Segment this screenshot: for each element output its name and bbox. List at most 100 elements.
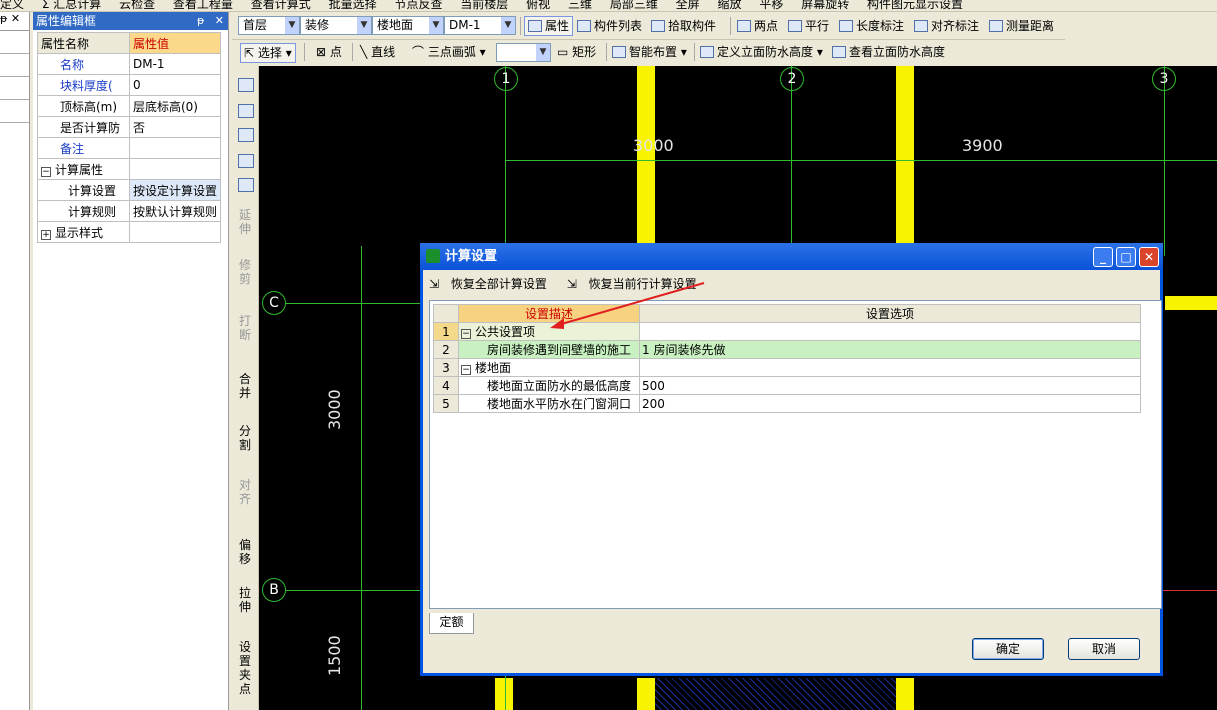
align-button[interactable]: 对齐 xyxy=(238,478,252,506)
property-group-row[interactable]: + 显示样式 xyxy=(37,221,222,243)
rotate-button[interactable]: 屏幕旋转 xyxy=(801,0,849,10)
tab-quota[interactable]: 定额 xyxy=(429,613,474,634)
minimize-button[interactable]: _ xyxy=(1093,247,1113,267)
draw-option-select[interactable]: ▼ xyxy=(496,43,551,62)
define-button[interactable]: 定义 xyxy=(0,0,24,10)
property-row[interactable]: 计算规则 按默认计算规则 xyxy=(37,200,222,222)
property-row[interactable]: 块料厚度( 0 xyxy=(37,74,222,96)
three-point-arc-button[interactable]: ⌒ 三点画弧 ▾ xyxy=(412,43,486,61)
move-icon[interactable] xyxy=(238,154,254,168)
property-name: 计算规则 xyxy=(37,200,130,222)
dimension-text: 3000 xyxy=(633,136,674,155)
nav-row[interactable] xyxy=(0,77,29,100)
offset-button[interactable]: 偏移 xyxy=(238,538,252,566)
property-value[interactable]: 0 xyxy=(128,74,222,96)
brush-icon[interactable] xyxy=(238,78,254,92)
property-value[interactable]: 按设定计算设置 xyxy=(128,179,222,201)
component-type-select[interactable]: 楼地面 ▼ xyxy=(372,16,444,35)
set-grip-point-button[interactable]: 设置夹点 xyxy=(238,640,252,696)
node-lookup-button[interactable]: 节点反查 xyxy=(394,0,442,10)
property-name: 计算设置 xyxy=(37,179,130,201)
dialog-title-bar[interactable]: 计算设置 _ □ ✕ xyxy=(420,243,1163,270)
point-button[interactable]: ⊠ 点 xyxy=(316,43,342,61)
stretch-button[interactable]: 拉伸 xyxy=(238,586,252,614)
navigation-panel: ᵽ ✕ xyxy=(0,12,30,710)
display-settings-button[interactable]: 构件图元显示设置 xyxy=(867,0,963,10)
nav-row[interactable] xyxy=(0,100,29,123)
top-view-button[interactable]: 俯视 xyxy=(526,0,550,10)
view-waterproof-height-button[interactable]: 查看立面防水高度 xyxy=(832,43,945,61)
smart-layout-button[interactable]: 智能布置 ▾ xyxy=(612,43,687,61)
attribute-button[interactable]: 属性 xyxy=(524,16,574,36)
view-quantity-button[interactable]: 查看工程量 xyxy=(173,0,233,10)
component-list-button[interactable]: 构件列表 xyxy=(577,17,642,35)
nav-row[interactable] xyxy=(0,31,29,54)
settings-row[interactable]: 5 楼地面水平防水在门窗洞口 200 xyxy=(433,394,1141,413)
nav-row[interactable] xyxy=(0,54,29,77)
current-floor-button[interactable]: 当前楼层 xyxy=(460,0,508,10)
cancel-button[interactable]: 取消 xyxy=(1068,638,1140,660)
property-group-row[interactable]: − 计算属性 xyxy=(37,158,222,180)
extend-button[interactable]: 延伸 xyxy=(238,208,252,236)
property-row[interactable]: 是否计算防 否 xyxy=(37,116,222,138)
property-value[interactable]: 否 xyxy=(128,116,222,138)
fullscreen-button[interactable]: 全屏 xyxy=(676,0,700,10)
expand-icon[interactable]: + xyxy=(41,229,51,240)
property-value[interactable]: 层底标高(0) xyxy=(128,95,222,117)
length-dimension-button[interactable]: 长度标注 xyxy=(839,17,904,35)
parallel-button[interactable]: 平行 xyxy=(788,17,829,35)
settings-row[interactable]: 4 楼地面立面防水的最低高度 500 xyxy=(433,376,1141,395)
restore-all-button[interactable]: ⇲ 恢复全部计算设置 xyxy=(429,277,555,291)
setting-option[interactable] xyxy=(639,322,1141,341)
cloud-check-button[interactable]: 云检查 xyxy=(119,0,155,10)
measure-distance-button[interactable]: 测量距离 xyxy=(989,17,1054,35)
property-row[interactable]: 顶标高(m) 层底标高(0) xyxy=(37,95,222,117)
close-icon[interactable]: ✕ xyxy=(215,14,224,27)
component-select[interactable]: DM-1 ▼ xyxy=(444,16,516,35)
3d-button[interactable]: 三维 xyxy=(568,0,592,10)
property-row[interactable]: 计算设置 按设定计算设置 xyxy=(37,179,222,201)
setting-option[interactable]: 500 xyxy=(639,376,1141,395)
pan-button[interactable]: 平移 xyxy=(759,0,783,10)
collapse-icon[interactable]: − xyxy=(461,365,471,375)
view-formula-button[interactable]: 查看计算式 xyxy=(251,0,311,10)
maximize-button[interactable]: □ xyxy=(1116,247,1136,267)
collapse-icon[interactable]: − xyxy=(41,166,51,177)
split-button[interactable]: 分割 xyxy=(238,424,252,452)
setting-option[interactable]: 200 xyxy=(639,394,1141,413)
property-value[interactable]: DM-1 xyxy=(128,53,222,75)
break-button[interactable]: 打断 xyxy=(238,314,252,342)
define-waterproof-height-button[interactable]: 定义立面防水高度 ▾ xyxy=(700,43,823,61)
settings-row[interactable]: 2 房间装修遇到间壁墙的施工 1 房间装修先做 xyxy=(433,340,1141,359)
align-dimension-button[interactable]: 对齐标注 xyxy=(914,17,979,35)
property-row[interactable]: 名称 DM-1 xyxy=(37,53,222,75)
rectangle-button[interactable]: ▭ 矩形 xyxy=(557,43,596,61)
category-select[interactable]: 装修 ▼ xyxy=(300,16,372,35)
copy-icon[interactable] xyxy=(238,104,254,118)
batch-select-button[interactable]: 批量选择 xyxy=(329,0,377,10)
summary-calc-button[interactable]: Σ 汇总计算 xyxy=(42,0,101,10)
local-3d-button[interactable]: 局部三维 xyxy=(610,0,658,10)
collapse-icon[interactable]: − xyxy=(461,329,471,339)
property-row[interactable]: 备注 xyxy=(37,137,222,159)
select-button[interactable]: ⇱ 选择 ▾ xyxy=(240,43,296,63)
mirror-icon[interactable] xyxy=(238,128,254,142)
settings-row[interactable]: 3 − 楼地面 xyxy=(433,358,1141,377)
setting-option[interactable]: 1 房间装修先做 xyxy=(639,340,1141,359)
property-value[interactable]: 按默认计算规则 xyxy=(128,200,222,222)
merge-button[interactable]: 合并 xyxy=(238,372,252,400)
trim-button[interactable]: 修剪 xyxy=(238,258,252,286)
close-button[interactable]: ✕ xyxy=(1139,247,1159,267)
zoom-button[interactable]: 缩放 xyxy=(718,0,742,10)
pin-icon[interactable]: ᵽ xyxy=(197,14,204,27)
navigation-panel-header[interactable]: ᵽ ✕ xyxy=(0,12,29,31)
ok-button[interactable]: 确定 xyxy=(972,638,1044,660)
line-button[interactable]: ╲ 直线 xyxy=(360,43,395,61)
two-points-button[interactable]: 两点 xyxy=(737,17,778,35)
settings-row[interactable]: 1 − 公共设置项 xyxy=(433,322,1141,341)
setting-option[interactable] xyxy=(639,358,1141,377)
property-value[interactable] xyxy=(128,137,222,159)
rotate-icon[interactable] xyxy=(238,178,254,192)
pick-component-button[interactable]: 拾取构件 xyxy=(651,17,716,35)
floor-select[interactable]: 首层 ▼ xyxy=(238,16,300,35)
